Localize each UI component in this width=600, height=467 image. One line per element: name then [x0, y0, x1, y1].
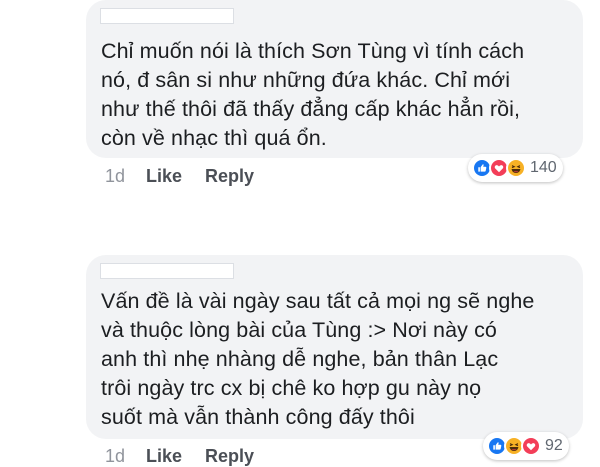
comment-actions: 1d Like Reply	[105, 166, 277, 187]
timestamp[interactable]: 1d	[105, 446, 146, 467]
reply-button[interactable]: Reply	[205, 166, 254, 187]
comment-bubble: Chỉ muốn nói là thích Sơn Tùng vì tính c…	[86, 0, 583, 158]
comment-text: Chỉ muốn nói là thích Sơn Tùng vì tính c…	[101, 39, 525, 150]
comment-text: Vấn đề là vài ngày sau tất cả mọi ng sẽ …	[101, 289, 535, 429]
redacted-author-name[interactable]	[100, 263, 234, 279]
timestamp[interactable]: 1d	[105, 166, 146, 187]
comment-actions: 1d Like Reply	[105, 446, 277, 467]
reactions-summary[interactable]: 92	[483, 432, 569, 460]
comment-bubble: Vấn đề là vài ngày sau tất cả mọi ng sẽ …	[86, 255, 583, 439]
haha-icon	[506, 158, 526, 178]
like-button[interactable]: Like	[146, 166, 182, 187]
reaction-count: 92	[545, 437, 563, 454]
love-icon	[521, 436, 541, 456]
redacted-author-name[interactable]	[100, 8, 234, 24]
reply-button[interactable]: Reply	[205, 446, 254, 467]
like-button[interactable]: Like	[146, 446, 182, 467]
reaction-count: 140	[530, 159, 557, 176]
reactions-summary[interactable]: 140	[468, 154, 563, 182]
